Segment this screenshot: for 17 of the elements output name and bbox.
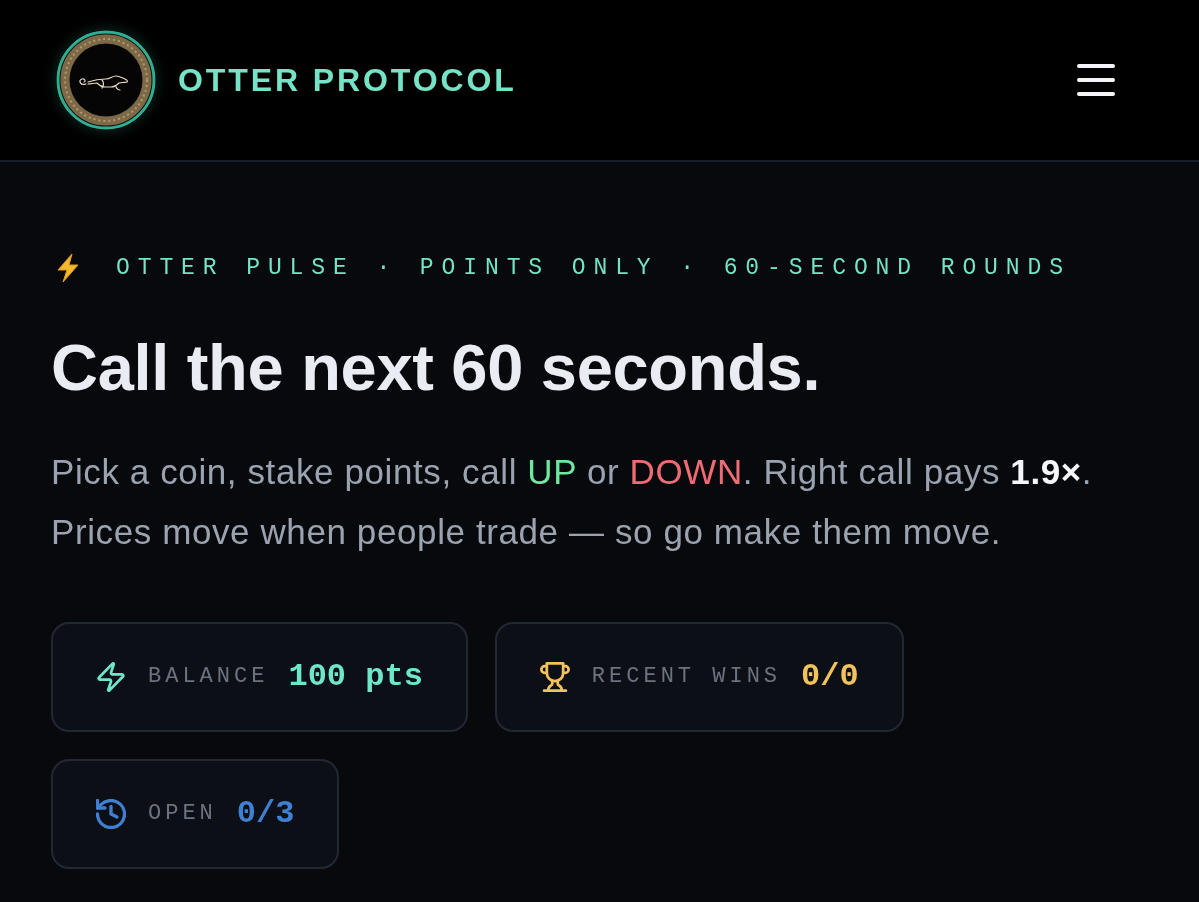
menu-icon xyxy=(1076,62,1116,98)
stat-label: RECENT WINS xyxy=(591,664,782,690)
lightning-icon xyxy=(55,253,81,283)
trophy-icon xyxy=(539,661,570,692)
stat-label: BALANCE xyxy=(148,664,269,690)
stat-value: 0/3 xyxy=(236,795,295,833)
history-icon xyxy=(96,798,126,829)
stat-value: 100 pts xyxy=(288,658,423,696)
section-label: OTTER PULSE · POINTS ONLY · 60-SECOND ROUNDS xyxy=(116,255,1071,281)
brand-name: OTTER PROTOCOL xyxy=(178,61,517,99)
page-title: Call the next 60 seconds. xyxy=(51,331,822,406)
otter-logo-icon xyxy=(56,30,156,130)
intro-paragraph: Pick a coin, stake points, call UP or DOWN. Right call pays 1.9×. Prices move when people trade — so go make them move. xyxy=(51,450,1094,553)
lightning-icon xyxy=(96,661,126,692)
stat-value: 0/0 xyxy=(801,658,859,696)
menu-button[interactable] xyxy=(1076,62,1116,98)
stat-label: OPEN xyxy=(148,801,217,827)
